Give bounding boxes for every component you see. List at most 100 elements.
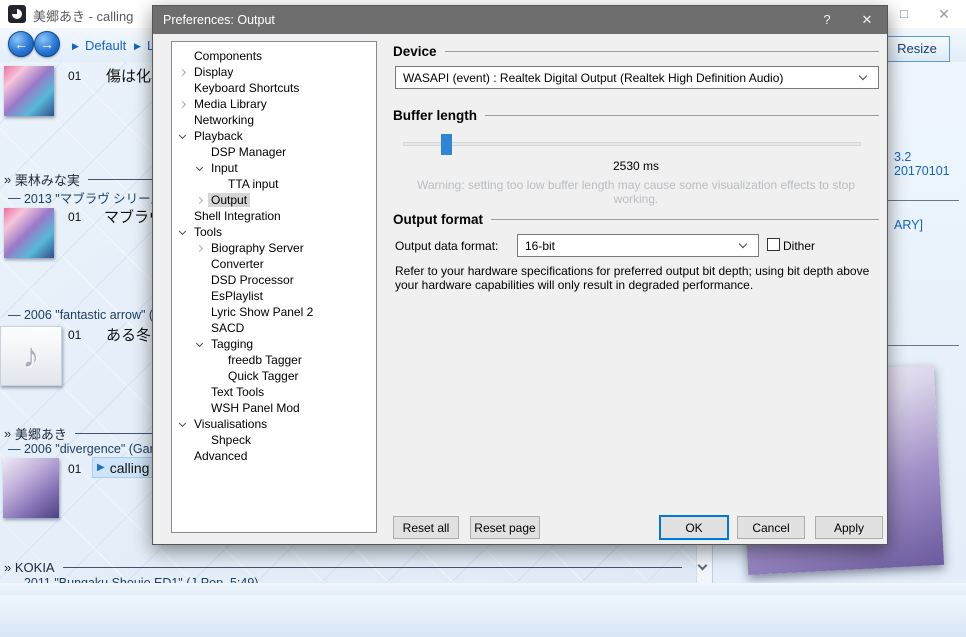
chevron-right-icon[interactable] [196, 244, 203, 251]
player-controls-bar: 1:30 / 5:39 [0, 595, 966, 637]
tree-item-dsd-processor[interactable]: DSD Processor [172, 272, 376, 288]
chevron-right-icon[interactable] [196, 196, 203, 203]
tree-item-shpeck[interactable]: Shpeck [172, 432, 376, 448]
chevron-down-icon[interactable] [179, 227, 186, 234]
buffer-value: 2530 ms [393, 159, 879, 173]
tree-item-input[interactable]: Input [172, 160, 376, 176]
tree-item-label: Advanced [191, 449, 250, 463]
group-marker: » [4, 560, 11, 575]
chevron-down-icon[interactable] [179, 419, 186, 426]
tree-item-label: freedb Tagger [225, 353, 305, 367]
tree-item-networking[interactable]: Networking [172, 112, 376, 128]
tree-item-label: Quick Tagger [225, 369, 301, 383]
forward-button[interactable]: → [34, 31, 60, 57]
tree-item-advanced[interactable]: Advanced [172, 448, 376, 464]
group-marker: » [4, 426, 11, 441]
maximize-button[interactable]: □ [890, 4, 918, 24]
buffer-length-slider[interactable] [403, 142, 861, 146]
tree-item-label: Keyboard Shortcuts [191, 81, 302, 95]
buffer-section-header: Buffer length [393, 108, 879, 123]
chevron-right-icon[interactable] [179, 100, 186, 107]
close-dialog-button[interactable]: ✕ [847, 6, 887, 34]
preferences-tree: ComponentsDisplayKeyboard Shortcuts Media… [171, 41, 377, 533]
tree-item-freedb-tagger[interactable]: freedb Tagger [172, 352, 376, 368]
tree-item-label: Text Tools [208, 385, 267, 399]
seek-row [0, 583, 966, 595]
track-number: 01 [68, 462, 81, 476]
buffer-warning-text: Warning: setting too low buffer length m… [393, 178, 879, 206]
tree-item-quick-tagger[interactable]: Quick Tagger [172, 368, 376, 384]
chevron-down-icon[interactable] [196, 339, 203, 346]
tree-item-label: WSH Panel Mod [208, 401, 303, 415]
tree-item-esplaylist[interactable]: EsPlaylist [172, 288, 376, 304]
album-art-thumbnail [4, 66, 54, 116]
device-section-header: Device [393, 44, 879, 59]
dither-checkbox[interactable] [767, 238, 780, 251]
tree-item-tta-input[interactable]: TTA input [172, 176, 376, 192]
chevron-right-icon[interactable] [179, 68, 186, 75]
tree-item-label: Visualisations [191, 417, 270, 431]
tree-item-label: Shpeck [208, 433, 254, 447]
close-window-button[interactable]: ✕ [930, 4, 958, 24]
tree-item-label: EsPlaylist [208, 289, 266, 303]
output-format-section-header: Output format [393, 212, 879, 227]
tree-item-converter[interactable]: Converter [172, 256, 376, 272]
tree-item-shell-integration[interactable]: Shell Integration [172, 208, 376, 224]
tree-item-playback[interactable]: Playback [172, 128, 376, 144]
tree-item-tagging[interactable]: Tagging [172, 336, 376, 352]
device-dropdown-value: WASAPI (event) : Realtek Digital Output … [396, 71, 854, 85]
tree-item-wsh-panel-mod[interactable]: WSH Panel Mod [172, 400, 376, 416]
artist-name[interactable]: KOKIA [15, 560, 55, 575]
album-dash: — [8, 308, 21, 322]
tree-item-label: SACD [208, 321, 247, 335]
scroll-down-arrow-icon[interactable] [699, 558, 709, 568]
missing-art-music-note-icon: ♪ [0, 326, 62, 386]
ok-button[interactable]: OK [659, 515, 729, 540]
dialog-titlebar[interactable]: Preferences: Output ? ✕ [153, 6, 887, 34]
tree-item-dsp-manager[interactable]: DSP Manager [172, 144, 376, 160]
output-format-dropdown[interactable]: 16-bit [517, 234, 759, 257]
info-version-text: 3.2 20170101 [894, 150, 966, 178]
tree-item-lyric-show-panel-2[interactable]: Lyric Show Panel 2 [172, 304, 376, 320]
album-dash: — [8, 442, 21, 456]
cancel-button[interactable]: Cancel [737, 516, 805, 539]
tree-item-output[interactable]: Output [172, 192, 376, 208]
tree-item-label: Input [208, 161, 241, 175]
reset-all-button[interactable]: Reset all [393, 516, 459, 539]
help-button[interactable]: ? [807, 6, 847, 34]
buffer-slider-thumb[interactable] [441, 134, 452, 155]
reset-page-button[interactable]: Reset page [470, 516, 540, 539]
tree-item-components[interactable]: Components [172, 48, 376, 64]
chevron-down-icon [739, 240, 747, 248]
tree-item-media-library[interactable]: Media Library [172, 96, 376, 112]
device-dropdown[interactable]: WASAPI (event) : Realtek Digital Output … [395, 66, 879, 89]
back-button[interactable]: ← [8, 31, 34, 57]
output-format-value: 16-bit [518, 239, 734, 253]
tree-item-keyboard-shortcuts[interactable]: Keyboard Shortcuts [172, 80, 376, 96]
artist-name[interactable]: 栗林みな実 [15, 170, 80, 189]
preferences-dialog: Preferences: Output ? ✕ ComponentsDispla… [152, 5, 888, 545]
foobar2000-logo-glyph [11, 8, 23, 20]
tree-item-visualisations[interactable]: Visualisations [172, 416, 376, 432]
breadcrumb-separator-icon: ▶ [134, 41, 141, 52]
tree-item-label: DSP Manager [208, 145, 289, 159]
resize-button[interactable]: Resize [884, 36, 950, 62]
breadcrumb-item-default[interactable]: Default [85, 38, 126, 53]
tree-item-text-tools[interactable]: Text Tools [172, 384, 376, 400]
track-title[interactable]: calling [110, 460, 150, 476]
foobar2000-app-icon [8, 5, 26, 23]
apply-button[interactable]: Apply [815, 516, 883, 539]
tree-item-display[interactable]: Display [172, 64, 376, 80]
chevron-down-icon[interactable] [196, 163, 203, 170]
playing-indicator-icon: ▶ [97, 462, 105, 473]
group-rule [63, 567, 682, 568]
chevron-down-icon[interactable] [179, 131, 186, 138]
tree-item-tools[interactable]: Tools [172, 224, 376, 240]
tree-item-label: TTA input [225, 177, 281, 191]
artist-name[interactable]: 美郷あき [15, 424, 67, 443]
group-marker: » [4, 172, 11, 187]
tree-item-label: Media Library [191, 97, 270, 111]
tree-item-label: Components [191, 49, 265, 63]
tree-item-biography-server[interactable]: Biography Server [172, 240, 376, 256]
tree-item-sacd[interactable]: SACD [172, 320, 376, 336]
